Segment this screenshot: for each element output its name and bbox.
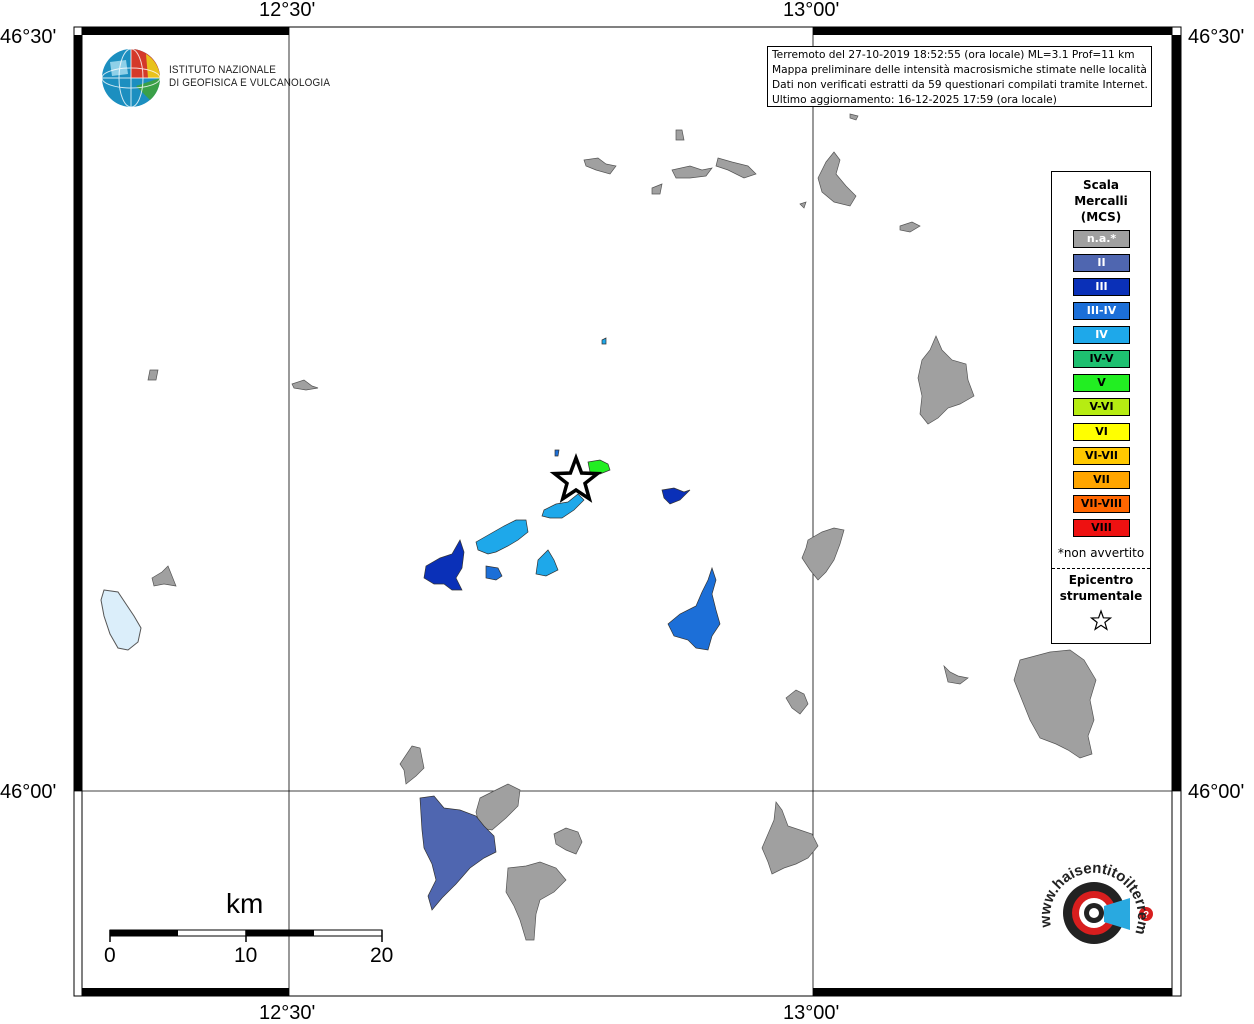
info-line-3: Dati non verificati estratti da 59 quest… [772, 79, 1148, 91]
legend-epicenter-label: Epicentro strumentale [1052, 572, 1150, 604]
intensity-iii-iv-small [554, 449, 560, 457]
legend-title-line-1: Scala [1082, 178, 1120, 192]
legend-divider [1052, 568, 1150, 569]
coord-bottom-right: 13°00' [783, 1002, 840, 1024]
legend-star-icon [1089, 609, 1113, 631]
legend-item-vii: VII [1073, 471, 1130, 489]
institute-line-2: DI GEOFISICA E VULCANOLOGIA [169, 77, 331, 89]
legend-item-vi: VI [1073, 423, 1130, 441]
legend-item-v: V [1073, 374, 1130, 392]
legend-item-ii: II [1073, 254, 1130, 272]
info-line-4: Ultimo aggiornamento: 16-12-2025 17:59 (… [772, 94, 1057, 106]
info-line-2: Mappa preliminare delle intensità macros… [772, 64, 1147, 76]
legend-item-viii: VIII [1073, 519, 1130, 537]
legend-item-iii-iv: III-IV [1073, 302, 1130, 320]
legend-item-vii-viii: VII-VIII [1073, 495, 1130, 513]
legend-item-iv: IV [1073, 326, 1130, 344]
map-frame [73, 26, 1182, 997]
legend-item-iv-v: IV-V [1073, 350, 1130, 368]
legend-item-vi-vii: VI-VII [1073, 447, 1130, 465]
scale-unit: km [226, 888, 264, 919]
mcs-legend: Scala Mercalli (MCS) n.a.* II III III-IV… [1051, 171, 1151, 644]
coord-top-left: 12°30' [259, 0, 316, 21]
coord-right-bottom: 46°00' [1188, 781, 1245, 803]
info-line-1: Terremoto del 27-10-2019 18:52:55 (ora l… [772, 49, 1135, 61]
legend-title-line-2: Mercalli [1074, 194, 1128, 208]
earthquake-info-box: Terremoto del 27-10-2019 18:52:55 (ora l… [767, 46, 1152, 107]
coord-bottom-left: 12°30' [259, 1002, 316, 1024]
scale-tick-20: 20 [370, 944, 394, 967]
legend-title-line-3: (MCS) [1080, 210, 1122, 224]
institute-line-1: ISTITUTO NAZIONALE [169, 64, 277, 76]
legend-item-iii: III [1073, 278, 1130, 296]
legend-epicenter-line-2: strumentale [1059, 589, 1143, 603]
scale-tick-0: 0 [104, 944, 116, 967]
coord-left-top: 46°30' [0, 26, 57, 48]
coord-left-bottom: 46°00' [0, 781, 57, 803]
coord-top-right: 13°00' [783, 0, 840, 21]
legend-item-v-vi: V-VI [1073, 398, 1130, 416]
legend-title: Scala Mercalli (MCS) [1052, 177, 1150, 225]
coord-right-top: 46°30' [1188, 26, 1245, 48]
scale-tick-10: 10 [234, 944, 258, 967]
institute-name: ISTITUTO NAZIONALE DI GEOFISICA E VULCAN… [169, 64, 330, 90]
legend-item-na: n.a.* [1073, 230, 1130, 248]
legend-epicenter-line-1: Epicentro [1068, 573, 1134, 587]
legend-note: *non avvertito [1057, 546, 1145, 560]
ingv-logo-icon [101, 48, 161, 108]
